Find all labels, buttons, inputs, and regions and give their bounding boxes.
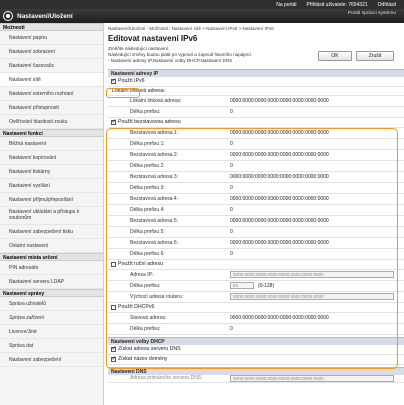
sidebar-item-external-interface[interactable]: Nastavení externího rozhraní [0,87,103,101]
page-title: Editovat nastavení IPv6 [108,34,198,43]
sidebar: Možnosti Nastavení papíru Nastavení zobr… [0,23,104,405]
logged-user: Přihlásit uživatele: 7654321 [307,2,368,8]
sidebar-item-network[interactable]: Nastavení sítě [0,73,103,87]
link-local-address-value: 0000:0000:0000:0000:0000:0000:0000:0000 [230,97,329,104]
sidebar-item-security[interactable]: Nastavení zabezpečení [0,353,103,367]
ok-button[interactable]: OK [318,51,352,61]
user-id: 7654321 [348,1,368,8]
logout-link[interactable]: Odhlásit [378,2,396,8]
link-local-address-label: Lokální linková adresa: [130,97,182,104]
link-local-heading-row: Lokální linková adresa: [108,87,404,96]
dns-section: Nastavení DNS Adresa primárního serveru … [108,366,404,383]
sidebar-item-copy[interactable]: Nastavení kopírování [0,151,103,165]
app-header: Nastavení/Uložení Portál správci systému [0,9,404,23]
main-content: Nastavení/Uložení : Možnosti : Nastavení… [106,23,404,405]
sidebar-section-management: Nastavení správy [0,289,103,297]
sidebar-item-secure-print[interactable]: Nastavení zabezpečení tisku [0,225,103,239]
app-title: Nastavení/Uložení [17,12,73,20]
sidebar-section-destination: Nastavení místa určení [0,253,103,261]
section-heading-ip: Nastavení adresy IP [108,68,404,77]
sidebar-item-receive-forward[interactable]: Nastavení příjmu/přeposílání [0,193,103,207]
use-ipv6-checkbox[interactable] [111,77,117,84]
sidebar-item-paper[interactable]: Nastavení papíru [0,31,103,45]
sidebar-item-printer[interactable]: Nastavení tiskárny [0,165,103,179]
sidebar-item-display[interactable]: Nastavení zobrazení [0,45,103,59]
link-local-address-row: Lokální linková adresa: 0000:0000:0000:0… [108,96,404,107]
link-local-prefix-label: Délka prefixu: [130,108,161,115]
sidebar-item-send[interactable]: Nastavení vysílání [0,179,103,193]
dns-primary-label: Adresa primárního serveru DNS: [130,375,203,382]
sidebar-item-ldap[interactable]: Nastavení serveru LDAP [0,275,103,289]
stateless-label: Použít bezstavovou adresu [118,119,181,126]
sidebar-item-store-access-files[interactable]: Nastavení ukládání a přístupu k souborům [0,207,103,225]
highlight-address-settings [106,128,398,369]
sidebar-item-accessibility[interactable]: Nastavení přístupnosti [0,101,103,115]
stateless-checkbox[interactable] [111,118,117,125]
sidebar-item-timer[interactable]: Nastavení časovače [0,59,103,73]
user-label: Přihlásit uživatele: [306,1,347,8]
sidebar-item-address-pin[interactable]: PIN adresáře [0,261,103,275]
sidebar-item-sound[interactable]: Ověřování hlasitosti zvuku [0,115,103,129]
settings-app-icon [3,11,13,21]
sidebar-item-data-management[interactable]: Správa dat [0,339,103,353]
highlight-use-ipv6 [106,88,140,98]
portal-link[interactable]: Na portál [276,2,296,8]
use-ipv6-row: Použít IPv6 [108,77,404,87]
admin-portal-link[interactable]: Portál správci systému [348,11,396,16]
sidebar-item-license[interactable]: Licence/Jiné [0,325,103,339]
stateless-row: Použít bezstavovou adresu [108,118,404,128]
sidebar-item-common[interactable]: Běžná nastavení [0,137,103,151]
dns-primary-input[interactable]: 0000:0000:0000:0000:0000:0000:0000:0000 [230,374,394,382]
cancel-button[interactable]: Zrušit [356,51,394,61]
link-local-prefix-value: 0 [230,108,233,115]
sidebar-item-user-management[interactable]: Správa uživatelů [0,297,103,311]
sidebar-section-options: Možnosti [0,23,103,31]
use-ipv6-label: Použít IPv6 [118,78,145,85]
link-local-prefix-row: Délka prefixu: 0 [108,107,404,118]
top-bar: Na portál Přihlásit uživatele: 7654321 O… [0,0,404,9]
sidebar-item-device-management[interactable]: Správa zařízení [0,311,103,325]
breadcrumb: Nastavení/Uložení : Možnosti : Nastavení… [108,26,274,31]
sidebar-item-other[interactable]: Ostatní nastavení [0,239,103,253]
sidebar-section-functions: Nastavení funkcí [0,129,103,137]
dns-primary-row: Adresa primárního serveru DNS: 0000:0000… [108,374,404,383]
